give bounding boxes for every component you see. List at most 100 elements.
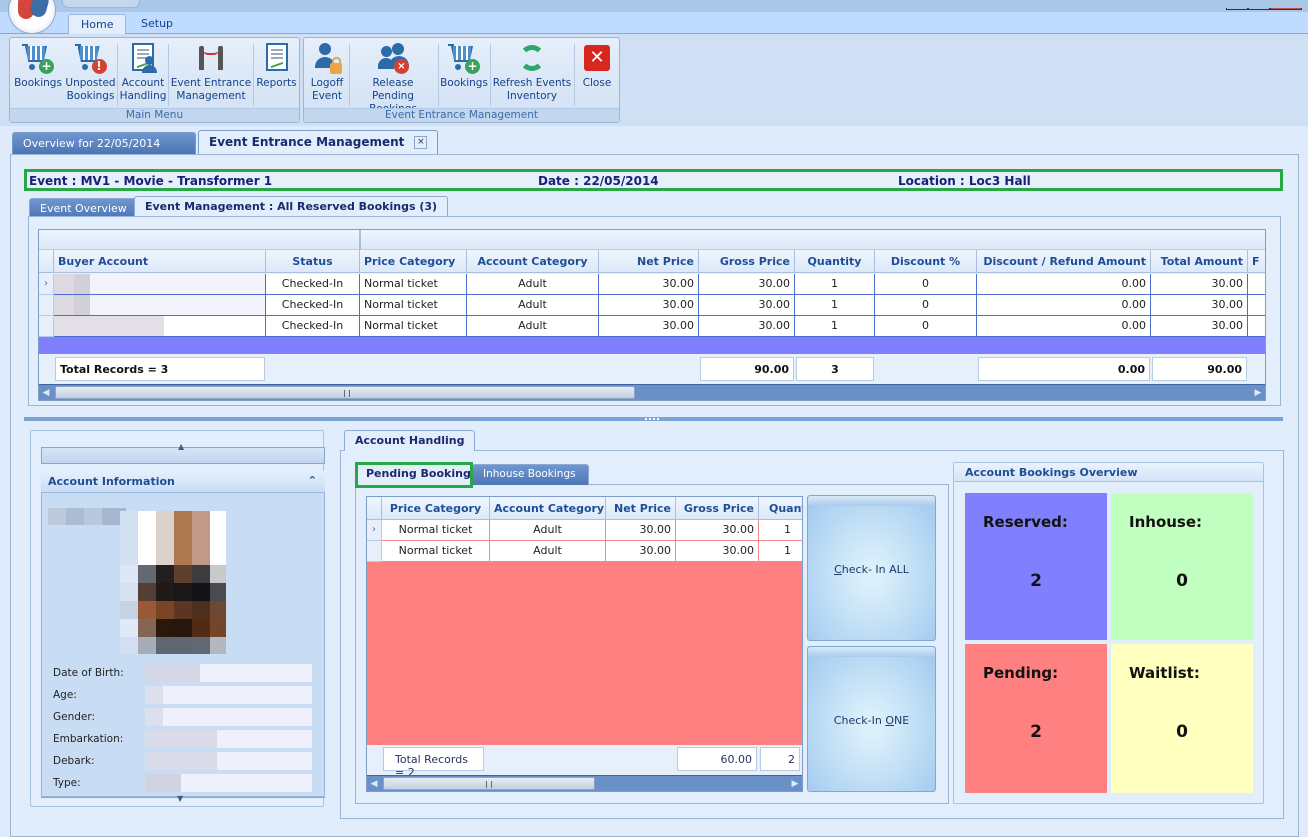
- gender-label: Gender:: [53, 711, 96, 723]
- reserved-label: Reserved:: [983, 513, 1068, 531]
- group-label-main-menu: Main Menu: [10, 108, 299, 122]
- account-category-cell: Adult: [467, 316, 599, 337]
- row-selector-icon: ›: [39, 274, 54, 295]
- net-price-cell: 30.00: [599, 316, 699, 337]
- window-close-button[interactable]: [1270, 8, 1302, 10]
- collapse-down-handle[interactable]: ▼: [41, 794, 325, 803]
- discount-amount-cell: 0.00: [977, 316, 1151, 337]
- group-label-event-entrance: Event Entrance Management: [304, 108, 619, 122]
- waitlist-count: 0: [1176, 722, 1188, 742]
- account-report-icon: [127, 42, 159, 74]
- buyer-account-cell: [54, 274, 266, 295]
- check-in-one-button[interactable]: Check-In ONE: [807, 646, 936, 792]
- collapse-up-handle[interactable]: ▲: [41, 442, 325, 464]
- discount-pct-cell: 0: [875, 295, 977, 316]
- refresh-icon: [516, 42, 548, 74]
- account-category-cell: Adult: [467, 295, 599, 316]
- check-in-all-button[interactable]: Check- In ALL: [807, 495, 936, 641]
- event-name: Event : MV1 - Movie - Transformer 1: [29, 174, 273, 188]
- buyer-account-cell: [54, 295, 266, 316]
- price-category-cell: Normal ticket: [360, 295, 467, 316]
- col-discount-pct[interactable]: Discount %: [875, 250, 977, 273]
- col-buyer-account[interactable]: Buyer Account: [54, 250, 266, 273]
- horizontal-scrollbar[interactable]: ◀ ▶: [367, 775, 802, 791]
- scroll-right-icon[interactable]: ▶: [790, 778, 800, 790]
- col-account-category[interactable]: Account Category: [467, 250, 599, 273]
- col-status[interactable]: Status: [266, 250, 360, 273]
- scrollbar-thumb[interactable]: [55, 386, 635, 399]
- col-account-category[interactable]: Account Category: [490, 497, 606, 520]
- horizontal-scrollbar[interactable]: ◀ ▶: [39, 384, 1265, 400]
- col-total-amount[interactable]: Total Amount: [1151, 250, 1248, 273]
- embarkation-label: Embarkation:: [53, 733, 124, 745]
- gender-value: [145, 708, 312, 726]
- discount-pct-cell: 0: [875, 274, 977, 295]
- release-pending-bookings-button[interactable]: × Release Pending Bookings: [350, 42, 436, 115]
- col-f[interactable]: F: [1248, 250, 1265, 273]
- window-controls: [1226, 0, 1302, 10]
- col-quantity[interactable]: Quant: [759, 497, 802, 520]
- unposted-bookings-button[interactable]: ! Unposted Bookings: [63, 42, 118, 108]
- tab-event-entrance-management[interactable]: Event Entrance Management ×: [198, 130, 439, 154]
- refresh-events-inventory-button[interactable]: Refresh Events Inventory: [492, 42, 572, 108]
- title-bar: [0, 0, 1308, 12]
- col-net-price[interactable]: Net Price: [599, 250, 699, 273]
- col-price-category[interactable]: Price Category: [382, 497, 490, 520]
- col-price-category[interactable]: Price Category: [360, 250, 467, 273]
- account-category-cell: Adult: [467, 274, 599, 295]
- splitter-grip-icon[interactable]: [645, 418, 659, 420]
- scroll-left-icon[interactable]: ◀: [369, 778, 379, 790]
- col-gross-price[interactable]: Gross Price: [699, 250, 795, 273]
- ribbon-tab-home[interactable]: Home: [68, 14, 127, 35]
- tab-event-overview[interactable]: Event Overview: [29, 198, 138, 218]
- tab-inhouse-bookings[interactable]: Inhouse Bookings: [472, 464, 589, 485]
- tab-overview[interactable]: Overview for 22/05/2014: [12, 132, 196, 154]
- empty-grid-area: [367, 562, 802, 745]
- account-name-redacted: [48, 508, 126, 525]
- bookings-button-2[interactable]: + Bookings: [439, 42, 489, 108]
- quantity-cell: 1: [795, 316, 875, 337]
- ribbon-group-event-entrance: Logoff Event × Release Pending Bookings …: [303, 37, 620, 123]
- reserved-count: 2: [1030, 571, 1042, 591]
- ribbon-tab-setup[interactable]: Setup: [129, 14, 185, 35]
- account-info-header[interactable]: Account Information ⌃: [41, 471, 325, 493]
- quick-access-toolbar[interactable]: [62, 0, 140, 8]
- event-entrance-management-button[interactable]: Event Entrance Management: [169, 42, 253, 108]
- total-records: Total Records = 2: [383, 747, 484, 779]
- row-selector-icon: ›: [367, 520, 382, 541]
- col-gross-price[interactable]: Gross Price: [676, 497, 759, 520]
- collapse-chevron-icon[interactable]: ⌃: [308, 474, 317, 487]
- account-handling-button[interactable]: Account Handling: [119, 42, 167, 108]
- bookings-button[interactable]: + Bookings: [13, 42, 63, 108]
- cart-add-icon: +: [22, 42, 54, 74]
- maximize-button[interactable]: [1248, 8, 1270, 10]
- users-remove-icon: ×: [377, 42, 409, 74]
- event-info-bar: Event : MV1 - Movie - Transformer 1 Date…: [24, 169, 1283, 191]
- logoff-event-button[interactable]: Logoff Event: [306, 42, 348, 108]
- col-net-price[interactable]: Net Price: [606, 497, 676, 520]
- col-discount-refund[interactable]: Discount / Refund Amount: [977, 250, 1151, 273]
- total-records: Total Records = 3: [55, 357, 265, 381]
- close-button[interactable]: ✕ Close: [576, 42, 618, 108]
- minimize-button[interactable]: [1226, 8, 1248, 10]
- new-row-band[interactable]: [39, 337, 1265, 354]
- status-cell: Checked-In: [266, 274, 360, 295]
- ribbon-tab-bar: Home Setup: [0, 12, 1308, 35]
- price-category-cell: Normal ticket: [360, 316, 467, 337]
- pending-tab-highlight: [355, 462, 473, 488]
- tab-account-handling[interactable]: Account Handling: [344, 430, 476, 451]
- account-info-title: Account Information: [48, 475, 175, 488]
- cart-alert-icon: !: [74, 42, 107, 74]
- net-price-cell: 30.00: [599, 295, 699, 316]
- inhouse-tile: Inhouse: 0: [1111, 493, 1253, 640]
- scroll-left-icon[interactable]: ◀: [41, 387, 51, 399]
- waitlist-tile: Waitlist: 0: [1111, 644, 1253, 793]
- scroll-right-icon[interactable]: ▶: [1253, 387, 1263, 399]
- reserved-bookings-grid: Buyer Account Status Price Category Acco…: [38, 229, 1266, 401]
- tab-close-icon[interactable]: ×: [414, 136, 428, 149]
- reports-button[interactable]: Reports: [254, 42, 299, 108]
- tab-event-management[interactable]: Event Management : All Reserved Bookings…: [134, 196, 449, 218]
- event-date: Date : 22/05/2014: [538, 174, 659, 188]
- col-quantity[interactable]: Quantity: [795, 250, 875, 273]
- scrollbar-thumb[interactable]: [383, 777, 595, 790]
